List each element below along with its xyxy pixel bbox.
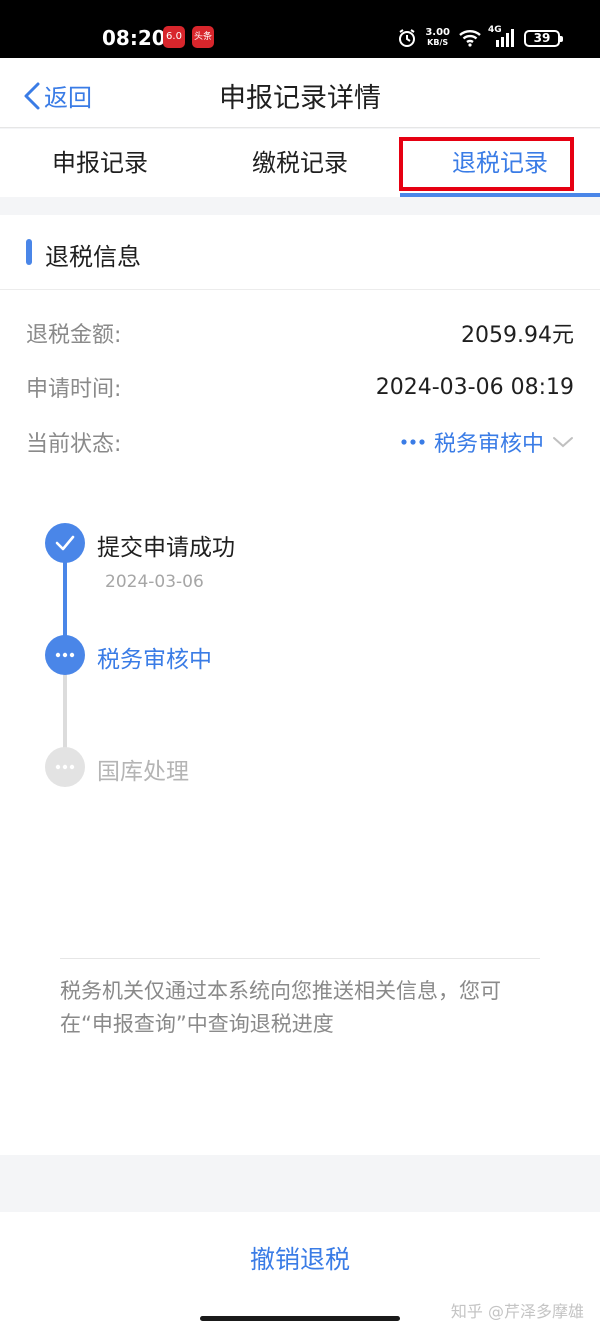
page-title: 申报记录详情 — [219, 83, 381, 114]
battery-icon: 39 — [524, 29, 563, 47]
apply-time-row: 申请时间: 2024-03-06 08:19 — [26, 367, 574, 407]
check-icon — [55, 535, 75, 551]
chevron-down-icon — [553, 437, 573, 448]
current-status-label: 当前状态: — [26, 432, 122, 457]
section-title: 退税信息 — [45, 243, 141, 271]
status-time: 08:20 — [102, 26, 166, 50]
refund-amount-row: 退税金额: 2059.94元 — [26, 313, 574, 353]
section-header: 退税信息 — [0, 215, 600, 290]
current-status-text: 税务审核中 — [433, 432, 544, 457]
tab-tax-refund-records[interactable]: 退税记录 — [400, 129, 600, 197]
timeline-step-1-label: 提交申请成功 — [97, 535, 235, 561]
home-indicator[interactable] — [200, 1316, 400, 1321]
more-dots-icon — [55, 652, 75, 658]
refund-amount-label: 退税金额: — [26, 323, 122, 348]
timeline-step-pending — [45, 747, 85, 787]
tab-tax-payment-records[interactable]: 缴税记录 — [200, 129, 400, 197]
timeline-step-done — [45, 523, 85, 563]
network-speed: 3.00 KB/S — [425, 27, 450, 48]
apply-time-value: 2024-03-06 08:19 — [375, 374, 574, 400]
refund-info-card: 退税信息 退税金额: 2059.94元 申请时间: 2024-03-06 08:… — [0, 215, 600, 1155]
bottom-action-bar: 撤销退税 知乎 @芹泽多摩雄 — [0, 1212, 600, 1333]
divider — [60, 958, 540, 959]
status-icons: 3.00 KB/S 4G 39 — [397, 25, 563, 49]
apply-time-label: 申请时间: — [26, 377, 122, 402]
current-status-value[interactable]: 税务审核中 — [400, 426, 574, 458]
current-status-row[interactable]: 当前状态: 税务审核中 — [26, 422, 574, 462]
wifi-icon — [458, 29, 482, 47]
nav-bar: 返回 申报记录详情 — [0, 58, 600, 128]
timeline-step-current — [45, 635, 85, 675]
signal-icon: 4G — [488, 25, 516, 47]
section-accent-bar — [26, 239, 32, 265]
toutiao-app-icon: 头条 — [192, 26, 214, 48]
notification-app-icon: 6.0 — [163, 26, 185, 48]
timeline-step-1-date: 2024-03-06 — [105, 572, 204, 592]
more-dots-icon — [55, 764, 75, 770]
notice-text: 税务机关仅通过本系统向您推送相关信息，您可在“申报查询”中查询退税进度 — [60, 979, 501, 1036]
alarm-icon — [397, 28, 417, 48]
tab-declaration-records[interactable]: 申报记录 — [0, 129, 200, 197]
status-bar: 08:20 6.0 头条 3.00 KB/S 4G 39 — [0, 0, 600, 58]
tab-bar: 申报记录 缴税记录 退税记录 — [0, 129, 600, 197]
timeline-step-2-label: 税务审核中 — [97, 647, 212, 673]
watermark: 知乎 @芹泽多摩雄 — [450, 1302, 584, 1321]
more-dots-icon — [401, 439, 425, 445]
refund-amount-value: 2059.94元 — [461, 323, 574, 348]
timeline-step-3-label: 国库处理 — [97, 759, 189, 785]
cancel-refund-button[interactable]: 撤销退税 — [0, 1240, 600, 1276]
